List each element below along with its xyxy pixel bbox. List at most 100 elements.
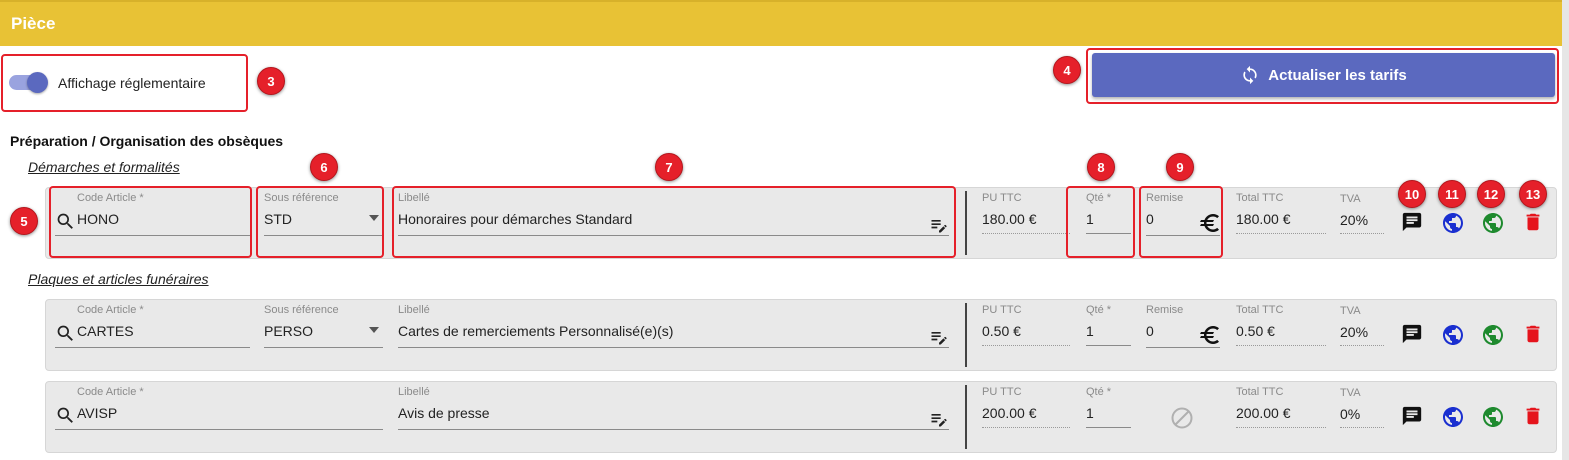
libelle-input[interactable]: Avis de presse [398,405,490,421]
section-title: Préparation / Organisation des obsèques [10,133,284,149]
disabled-discount-icon [1171,407,1193,429]
column-separator [965,303,967,367]
annotation-badge-3: 3 [257,67,285,95]
tva-underline [1340,233,1384,234]
tva-value: 20% [1340,212,1369,228]
delete-icon[interactable] [1522,211,1544,233]
total-value: 200.00 € [1236,405,1291,421]
euro-icon[interactable] [1198,323,1222,347]
group-title-demarches: Démarches et formalités [28,159,180,175]
refresh-icon [1243,65,1257,85]
subref-select[interactable]: PERSO [264,323,313,339]
annotation-badge-8: 8 [1087,153,1115,181]
libelle-input[interactable]: Cartes de remerciements Personnalisé(e)(… [398,323,673,339]
pu-value: 0.50 € [982,323,1021,339]
annotation-box-5 [49,186,252,258]
tva-value: 20% [1340,324,1369,340]
total-underline [1236,345,1326,346]
pu-value: 180.00 € [982,211,1037,227]
annotation-box-8 [1066,186,1135,258]
edit-notes-icon[interactable] [929,409,949,429]
libelle-underline [398,347,949,348]
dropdown-arrow-icon[interactable] [369,327,379,333]
pu-value: 200.00 € [982,405,1037,421]
libelle-label: Libellé [398,304,430,316]
comment-icon[interactable] [1401,211,1423,233]
globe-blue-icon[interactable] [1441,211,1465,235]
total-value: 0.50 € [1236,323,1275,339]
delete-icon[interactable] [1522,405,1544,427]
total-value: 180.00 € [1236,211,1291,227]
comment-icon[interactable] [1401,405,1423,427]
qty-underline [1086,427,1131,428]
annotation-badge-9: 9 [1166,153,1194,181]
annotation-badge-12: 12 [1477,180,1505,208]
edit-notes-icon[interactable] [929,327,949,347]
comment-icon[interactable] [1401,323,1423,345]
article-row: Code Article * CARTES Sous référence PER… [45,299,1557,371]
globe-blue-icon[interactable] [1441,323,1465,347]
annotation-badge-4: 4 [1053,56,1081,84]
refresh-prices-button[interactable]: Actualiser les tarifs [1092,53,1555,97]
annotation-badge-13: 13 [1519,180,1547,208]
annotation-badge-10: 10 [1398,180,1426,208]
code-underline [55,429,383,430]
annotation-badge-6: 6 [310,153,338,181]
qty-label: Qté * [1086,386,1112,398]
tva-label: TVA [1340,305,1361,317]
pu-underline [982,233,1070,234]
annotation-badge-11: 11 [1438,180,1466,208]
display-toggle-label: Affichage réglementaire [58,75,206,91]
code-label: Code Article * [77,304,144,316]
total-underline [1236,233,1326,234]
delete-icon[interactable] [1522,323,1544,345]
article-row: Code Article * AVISP Libellé Avis de pre… [45,381,1557,453]
header-title: Pièce [11,14,56,33]
annotation-badge-7: 7 [655,153,683,181]
code-input[interactable]: AVISP [77,405,117,421]
subref-label: Sous référence [264,304,339,316]
total-label: Total TTC [1236,304,1284,316]
remise-input[interactable]: 0 [1146,323,1154,339]
remise-underline [1146,347,1220,348]
column-separator [965,385,967,449]
search-icon[interactable] [55,405,76,426]
annotation-box-6 [256,186,384,258]
header-bar: Pièce [0,0,1562,46]
code-input[interactable]: CARTES [77,323,134,339]
scroll-gutter [1562,0,1569,460]
group-title-plaques: Plaques et articles funéraires [28,271,209,287]
pu-label: PU TTC [982,386,1022,398]
code-underline [55,347,250,348]
pu-underline [982,427,1070,428]
annotation-box-7 [392,186,956,258]
pu-label: PU TTC [982,192,1022,204]
globe-green-icon[interactable] [1481,211,1505,235]
tva-label: TVA [1340,387,1361,399]
globe-green-icon[interactable] [1481,405,1505,429]
tva-underline [1340,427,1384,428]
column-separator [965,191,967,255]
total-label: Total TTC [1236,192,1284,204]
qty-input[interactable]: 1 [1086,323,1094,339]
tva-label: TVA [1340,193,1361,205]
pu-underline [982,345,1070,346]
refresh-prices-label: Actualiser les tarifs [1268,66,1407,84]
qty-label: Qté * [1086,304,1112,316]
tva-value: 0% [1340,406,1361,422]
subref-underline [264,347,383,348]
globe-green-icon[interactable] [1481,323,1505,347]
annotation-box-9 [1139,186,1223,258]
libelle-underline [398,429,949,430]
qty-underline [1086,345,1131,346]
display-toggle[interactable] [27,72,48,93]
qty-input[interactable]: 1 [1086,405,1094,421]
total-underline [1236,427,1326,428]
libelle-label: Libellé [398,386,430,398]
globe-blue-icon[interactable] [1441,405,1465,429]
remise-label: Remise [1146,304,1184,316]
search-icon[interactable] [55,323,76,344]
code-label: Code Article * [77,386,144,398]
annotation-badge-5: 5 [10,207,38,235]
total-label: Total TTC [1236,386,1284,398]
